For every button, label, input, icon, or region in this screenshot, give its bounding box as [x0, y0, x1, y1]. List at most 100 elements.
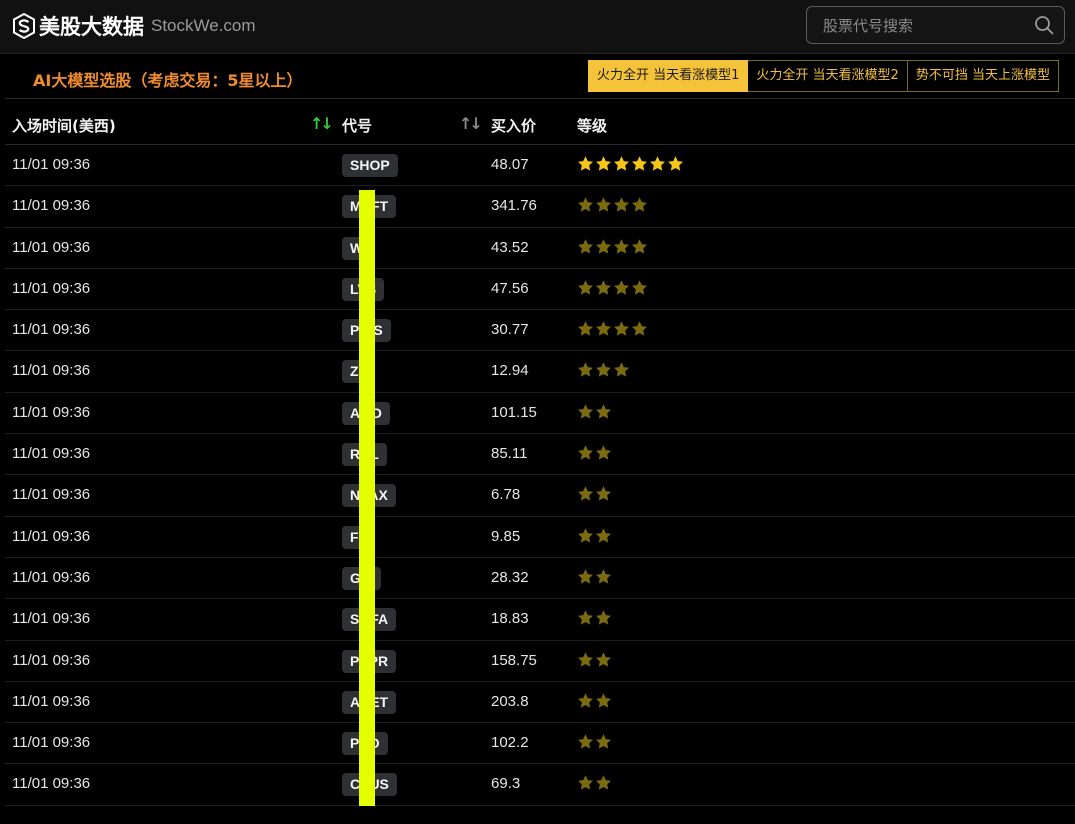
star-rating — [577, 692, 613, 709]
star-icon — [614, 362, 629, 378]
table-header: 入场时间(美西) ↑↓ 代号 ↑↓ 买入价 等级 — [5, 104, 1075, 145]
model-tabs: 火力全开 当天看涨模型1 火力全开 当天看涨模型2 势不可挡 当天上涨模型 — [588, 60, 1059, 92]
table-row[interactable]: 11/01 09:36PYPR158.75 — [5, 641, 1075, 682]
star-icon — [578, 197, 593, 212]
sort-time-icon[interactable]: ↑↓ — [310, 114, 334, 134]
buy-price: 47.56 — [491, 279, 529, 297]
table-row[interactable]: 11/01 09:36CSUS69.3 — [5, 764, 1075, 806]
entry-time: 11/01 09:36 — [12, 610, 91, 628]
star-icon — [578, 734, 593, 749]
table-row[interactable]: 11/01 09:36RCL85.11 — [5, 434, 1075, 476]
star-icon — [614, 280, 629, 295]
star-icon — [614, 197, 629, 212]
entry-time: 11/01 09:36 — [12, 527, 91, 545]
search-icon[interactable] — [1034, 15, 1054, 35]
buy-price: 102.2 — [491, 734, 529, 752]
star-icon — [578, 445, 593, 460]
column-header-ticker: 代号 — [342, 117, 373, 135]
buy-price: 30.77 — [491, 321, 529, 339]
table-row[interactable]: 11/01 09:36PINS30.77 — [5, 310, 1075, 352]
table-row[interactable]: 11/01 09:36SOFA18.83 — [5, 599, 1075, 641]
star-icon — [578, 321, 593, 336]
tab-model-2[interactable]: 火力全开 当天看涨模型2 — [748, 60, 908, 92]
table-row[interactable]: 11/01 09:36GM28.32 — [5, 558, 1075, 600]
star-icon — [614, 321, 629, 336]
star-icon — [614, 156, 629, 171]
table-row[interactable]: 11/01 09:36LVS47.56 — [5, 269, 1075, 311]
buy-price: 6.78 — [491, 486, 521, 504]
star-icon — [596, 486, 611, 501]
table-row[interactable]: 11/01 09:36 Z 12.94 — [5, 351, 1075, 393]
site-logo[interactable]: 美股大数据 StockWe.com — [12, 11, 256, 41]
star-icon — [596, 610, 611, 625]
star-icon — [596, 693, 611, 708]
highlight-overlay-bar — [359, 190, 375, 806]
star-icon — [596, 197, 611, 212]
buy-price: 28.32 — [491, 568, 529, 586]
star-rating — [577, 279, 649, 296]
entry-time: 11/01 09:36 — [12, 279, 91, 297]
entry-time: 11/01 09:36 — [12, 692, 91, 710]
star-icon — [578, 280, 593, 295]
sort-ticker-icon[interactable]: ↑↓ — [459, 114, 483, 134]
panel-header: AI大模型选股（考虑交易：5星以上） 火力全开 当天看涨模型1 火力全开 当天看… — [5, 55, 1075, 99]
stock-table-body: 11/01 09:36 SHOP 48.07 11/01 09:36MSFT341.7… — [5, 145, 1075, 806]
star-icon — [596, 775, 611, 791]
star-rating — [577, 444, 613, 461]
star-icon — [578, 486, 593, 501]
table-row[interactable]: 11/01 09:36 W 43.52 — [5, 228, 1075, 269]
star-icon — [632, 197, 647, 212]
table-row[interactable]: 11/01 09:36MSFT341.76 — [5, 186, 1075, 228]
entry-time: 11/01 09:36 — [12, 238, 91, 256]
table-row[interactable]: 11/01 09:36ANET203.8 — [5, 682, 1075, 724]
star-icon — [596, 321, 611, 336]
table-row[interactable]: 11/01 09:36 SHOP 48.07 — [5, 145, 1075, 187]
star-icon — [596, 651, 611, 667]
star-rating — [577, 774, 613, 791]
table-row[interactable]: 11/01 09:36 F 9.85 — [5, 517, 1075, 558]
buy-price: 85.11 — [491, 445, 528, 463]
site-domain: StockWe.com — [151, 16, 256, 35]
star-rating — [577, 733, 613, 750]
table-row[interactable]: 11/01 09:36NVAX6.78 — [5, 475, 1075, 517]
star-rating — [577, 651, 613, 668]
site-name: 美股大数据 — [39, 15, 144, 39]
star-icon — [578, 610, 593, 625]
buy-price: 43.52 — [491, 238, 529, 256]
buy-price: 18.83 — [491, 610, 529, 628]
buy-price: 158.75 — [491, 651, 537, 669]
star-icon — [596, 569, 611, 584]
table-row[interactable]: 11/01 09:36AMD101.15 — [5, 393, 1075, 435]
star-icon — [596, 734, 611, 749]
star-icon — [578, 651, 593, 667]
star-icon — [578, 362, 593, 378]
stock-search-input[interactable] — [821, 7, 1025, 45]
entry-time: 11/01 09:36 — [12, 403, 91, 421]
table-row[interactable]: 11/01 09:36PDD102.2 — [5, 723, 1075, 765]
star-icon — [578, 693, 593, 708]
entry-time: 11/01 09:36 — [12, 197, 91, 215]
entry-time: 11/01 09:36 — [12, 362, 91, 380]
entry-time: 11/01 09:36 — [12, 734, 91, 752]
buy-price: 48.07 — [491, 156, 529, 173]
star-icon — [578, 238, 593, 254]
stock-search-box[interactable] — [806, 6, 1065, 45]
panel-title: AI大模型选股（考虑交易：5星以上） — [33, 71, 303, 90]
tab-model-3[interactable]: 势不可挡 当天上涨模型 — [907, 60, 1059, 92]
ticker-badge[interactable]: SHOP — [342, 154, 398, 177]
buy-price: 101.15 — [491, 403, 537, 421]
column-header-grade: 等级 — [577, 117, 608, 135]
star-rating — [577, 609, 613, 626]
star-rating — [577, 403, 613, 420]
entry-time: 11/01 09:36 — [12, 486, 91, 504]
tab-model-1[interactable]: 火力全开 当天看涨模型1 — [588, 60, 749, 92]
star-icon — [596, 404, 611, 419]
star-rating — [577, 485, 613, 502]
buy-price: 9.85 — [491, 527, 521, 545]
star-rating — [577, 568, 613, 585]
star-icon — [578, 156, 593, 171]
star-icon — [596, 527, 611, 543]
star-icon — [596, 280, 611, 295]
buy-price: 69.3 — [491, 775, 521, 793]
star-rating — [577, 361, 631, 378]
